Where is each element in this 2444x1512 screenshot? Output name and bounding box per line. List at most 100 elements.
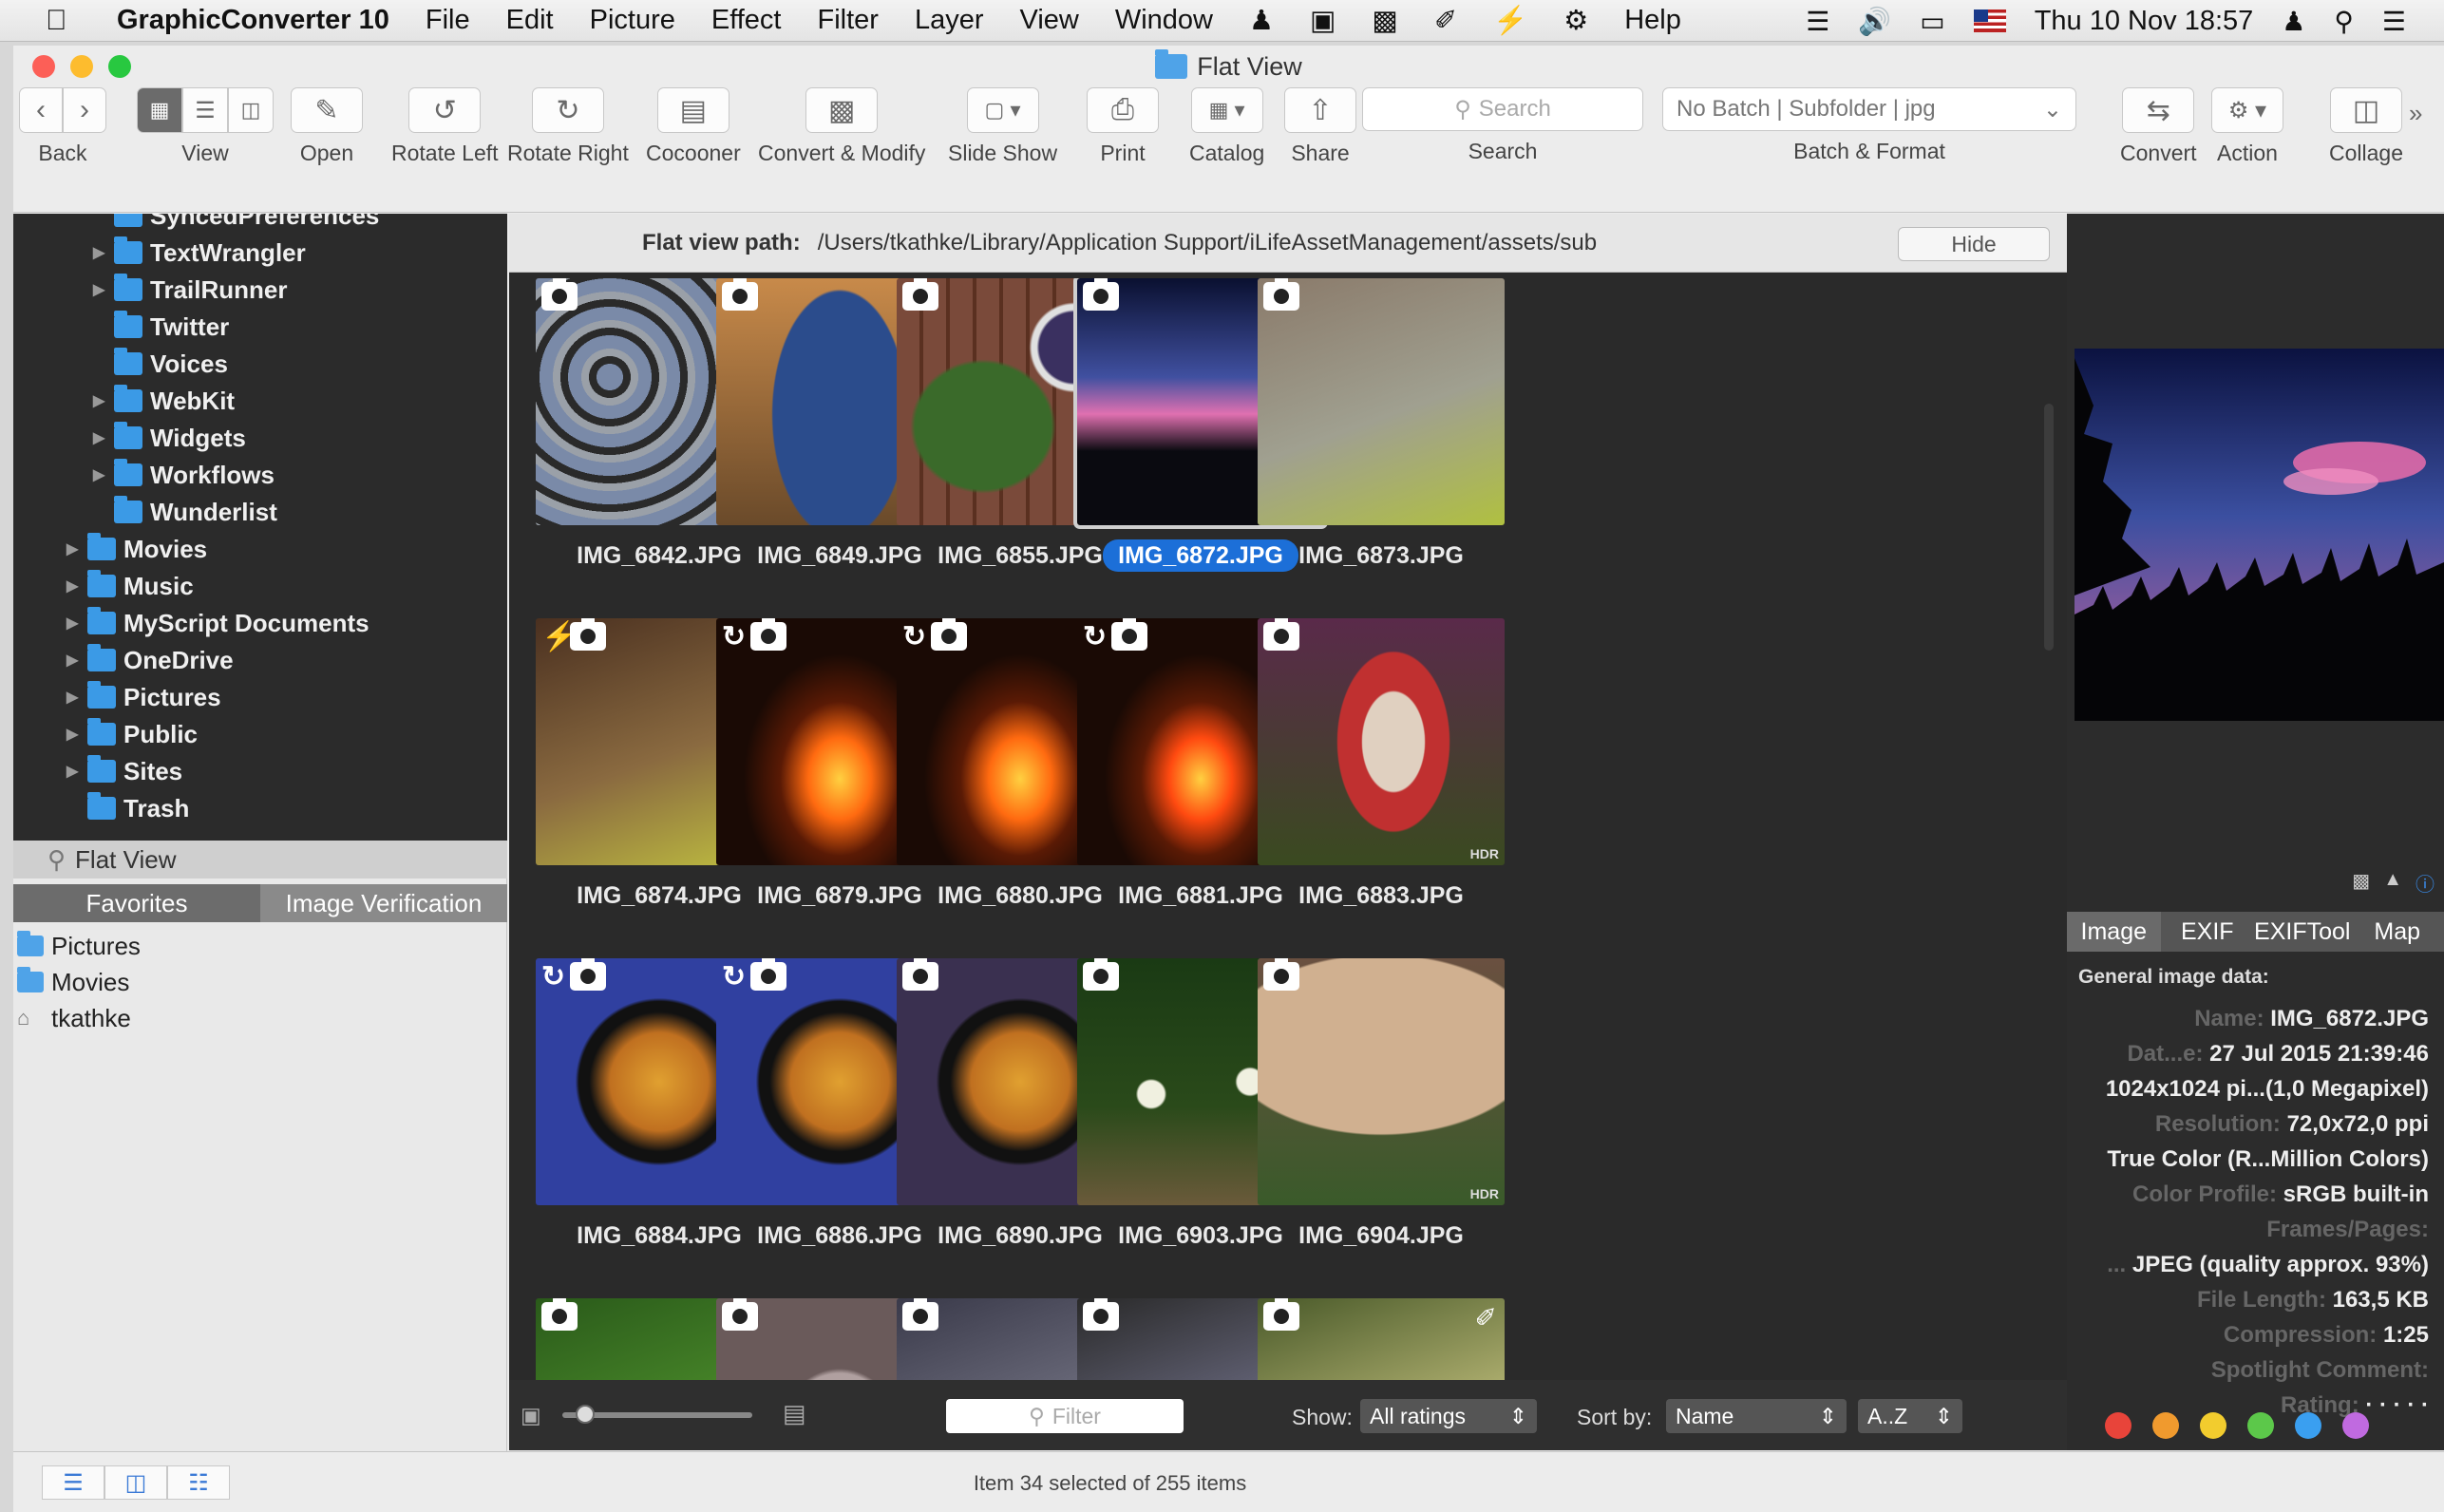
tree-item[interactable]: Voices [93,345,228,383]
disclosure-triangle-icon[interactable]: ▶ [66,762,87,781]
slide-show-button[interactable]: ▢ ▾ [966,87,1039,133]
disclosure-triangle-icon[interactable]: ▶ [66,614,87,633]
disclosure-triangle-icon[interactable]: ▶ [93,428,114,447]
tree-item[interactable]: ▶ Movies [66,530,207,568]
menu-filter[interactable]: Filter [818,5,879,36]
thumbnail-image[interactable]: ✐ [1258,1298,1505,1380]
color-label-dot[interactable] [2200,1412,2226,1439]
thumbnail-caption[interactable]: IMG_6873.JPG [1258,542,1505,570]
tree-item[interactable]: SyncedPreferences [93,214,379,235]
menubar-clock[interactable]: Thu 10 Nov 18:57 [2035,6,2254,37]
tab-image-verification[interactable]: Image Verification [260,884,507,922]
rotate-right-button[interactable]: ↻ [531,87,604,133]
menu-edit[interactable]: Edit [506,5,554,36]
menu-effect[interactable]: Effect [711,5,782,36]
notification-center-icon[interactable]: ☰ [2382,6,2406,37]
menu-window[interactable]: Window [1115,5,1213,36]
action-button[interactable]: ⚙ ▾ [2211,87,2283,133]
menu-extra-user-icon[interactable]: ♟ [1249,4,1274,37]
favorite-home[interactable]: ⌂ tkathke [13,1000,131,1036]
tab-favorites[interactable]: Favorites [13,884,260,922]
view-grid-button[interactable]: ▦ [137,87,182,133]
menu-extra-clipboard-icon[interactable]: ▩ [1372,4,1397,37]
menu-help[interactable]: Help [1624,5,1681,36]
minimize-window-button[interactable] [70,55,93,78]
tree-item[interactable]: Twitter [93,308,229,346]
batch-format-select[interactable]: No Batch | Subfolder | jpg ⌄ [1662,87,2076,131]
user-icon[interactable]: ♟ [2282,6,2305,37]
show-ratings-select[interactable]: All ratings ⇕ [1360,1399,1537,1433]
share-button[interactable]: ⇧ [1284,87,1356,133]
tab-map[interactable]: Map [2350,912,2444,952]
disclosure-triangle-icon[interactable]: ▶ [66,651,87,670]
thumbnail-image[interactable]: HDR [1258,618,1505,865]
disclosure-triangle-icon[interactable]: ▶ [66,539,87,558]
cocooner-button[interactable]: ▤ [656,87,729,133]
tree-item[interactable]: ▶ Pictures [66,678,221,716]
color-label-dot[interactable] [2342,1412,2369,1439]
menu-extra-camera-icon[interactable]: ▣ [1310,4,1336,37]
sort-order-select[interactable]: A..Z ⇕ [1858,1399,1962,1433]
view-filmstrip-button[interactable]: ◫ [228,87,274,133]
color-label-dot[interactable] [2105,1412,2131,1439]
tree-item[interactable]: ▶ Workflows [93,456,275,494]
grid-scrollbar[interactable] [2044,404,2054,651]
tree-item[interactable]: ▶ Music [66,567,194,605]
tree-item[interactable]: ▶ WebKit [93,382,235,420]
close-window-button[interactable] [32,55,55,78]
menu-view[interactable]: View [1020,5,1079,36]
slider-knob[interactable] [576,1405,595,1424]
info-icon[interactable]: ⓘ [2416,869,2435,897]
color-label-dot[interactable] [2295,1412,2321,1439]
view-list-button[interactable]: ☰ [182,87,228,133]
spotlight-search-icon[interactable]: ⚲ [2334,6,2354,37]
tree-item[interactable]: Wunderlist [93,493,277,531]
catalog-button[interactable]: ▦ ▾ [1190,87,1263,133]
color-label-dot[interactable] [2247,1412,2274,1439]
forward-button[interactable]: › [63,87,106,133]
toolbar-overflow-icon[interactable]: » [2409,99,2422,128]
search-input[interactable]: ⚲ Search [1362,87,1643,131]
convert-button[interactable]: ⇆ [2122,87,2195,133]
print-button[interactable]: ⎙ [1087,87,1159,133]
small-thumb-icon[interactable]: ▣ [521,1403,541,1428]
zoom-window-button[interactable] [108,55,131,78]
disclosure-triangle-icon[interactable]: ▶ [93,280,114,299]
app-menu[interactable]: GraphicConverter 10 [117,5,389,36]
menu-extra-pen-icon[interactable]: ✐ [1434,4,1457,37]
input-source-flag-icon[interactable] [1973,9,2006,32]
tree-item[interactable]: ▶ TextWrangler [93,234,306,272]
tree-item[interactable]: Trash [66,789,189,827]
apple-menu-icon[interactable]:  [46,5,93,37]
disclosure-triangle-icon[interactable]: ▶ [66,688,87,707]
filter-input[interactable]: ⚲ Filter [946,1399,1184,1433]
collage-button[interactable]: ◫ [2330,87,2402,133]
thumbnail-size-slider[interactable] [562,1405,752,1424]
menu-extra-gear-icon[interactable]: ⚙ [1563,4,1588,37]
tree-item[interactable]: ▶ Public [66,715,198,753]
thumbnail-image[interactable] [1258,278,1505,525]
disclosure-triangle-icon[interactable]: ▶ [93,243,114,262]
disclosure-triangle-icon[interactable]: ▶ [66,725,87,744]
tree-item[interactable]: ▶ MyScript Documents [66,604,369,642]
tab-exiftool[interactable]: EXIFTool [2254,912,2351,952]
tree-item[interactable]: ▶ Sites [66,752,182,790]
tree-item[interactable]: ▶ OneDrive [66,641,234,679]
battery-icon[interactable]: ▭ [1920,6,1944,37]
sort-by-select[interactable]: Name ⇕ [1666,1399,1847,1433]
disclosure-triangle-icon[interactable]: ▶ [93,391,114,410]
menu-layer[interactable]: Layer [915,5,984,36]
wifi-icon[interactable]: ☰ [1806,6,1829,37]
thumbnail-caption[interactable]: IMG_6904.JPG [1258,1222,1505,1250]
disclosure-triangle-icon[interactable]: ▶ [66,576,87,595]
exif-icon[interactable]: ▩ [2352,869,2370,897]
open-button[interactable]: ✎ [291,87,363,133]
thumbnail-image[interactable]: HDR [1258,958,1505,1205]
back-button[interactable]: ‹ [19,87,63,133]
menu-extra-bolt-icon[interactable]: ⚡ [1493,5,1527,37]
convert-modify-button[interactable]: ▩ [805,87,879,133]
favorite-movies[interactable]: Movies [13,964,129,1000]
volume-icon[interactable]: 🔊 [1858,6,1891,37]
menu-file[interactable]: File [426,5,470,36]
tab-exif[interactable]: EXIF [2160,912,2255,952]
